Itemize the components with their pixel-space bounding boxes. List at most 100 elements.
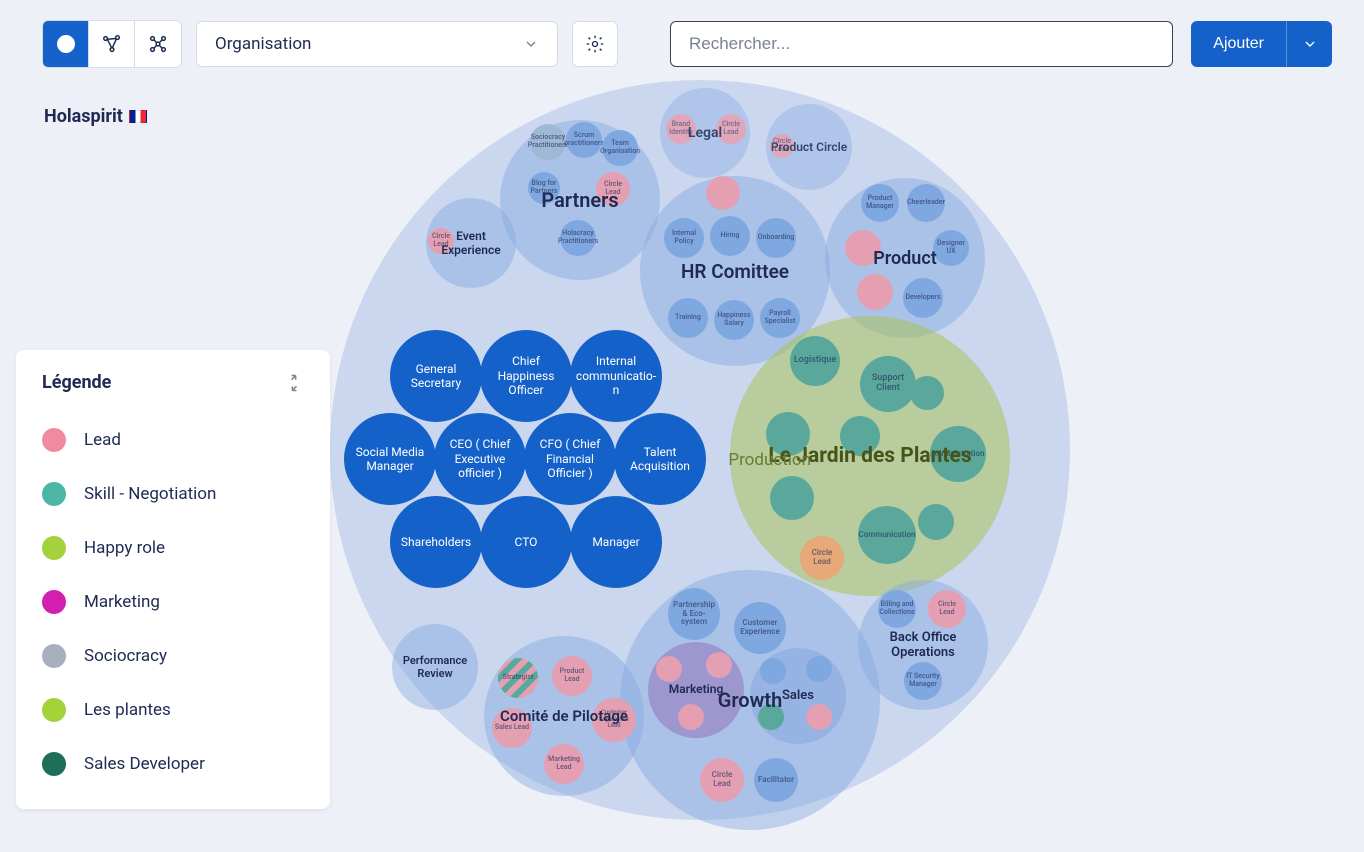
circle-event-experience[interactable]: Event Experience Circle Lead — [426, 198, 516, 288]
mini-node[interactable]: Product Manager — [861, 184, 899, 222]
mini-node[interactable]: Circle Lead — [428, 228, 454, 254]
mini-node[interactable]: Circle Lead — [716, 114, 746, 144]
mini-node[interactable]: Communication — [858, 506, 916, 564]
org-diagram[interactable]: Partners Sociocracy Practitioners Scrum … — [330, 80, 1070, 850]
mini-node[interactable] — [845, 230, 881, 266]
role-node[interactable]: Internal communicatio-n — [570, 330, 662, 422]
mini-node[interactable] — [656, 656, 682, 682]
mini-node[interactable]: Designer UX — [933, 230, 969, 266]
mini-node[interactable] — [857, 274, 893, 310]
mini-node[interactable]: Payroll Specialist — [760, 298, 800, 338]
mini-node[interactable]: Internal Policy — [664, 218, 704, 258]
circle-legal[interactable]: Legal Brand Identity Circle Lead — [660, 88, 750, 178]
circle-marketing[interactable]: Marketing — [648, 642, 744, 738]
settings-button[interactable] — [572, 21, 618, 67]
add-dropdown-button[interactable] — [1286, 21, 1332, 67]
mini-node[interactable]: Customer Experience — [734, 602, 786, 654]
mini-node[interactable] — [770, 476, 814, 520]
legend-item[interactable]: Les plantes — [42, 683, 304, 737]
circle-jardin[interactable]: Production Le Jardin des Plantes Logisti… — [730, 316, 1010, 596]
search-input[interactable] — [670, 21, 1173, 67]
circle-performance[interactable]: Performance Review — [392, 624, 478, 710]
legend-item[interactable]: Skill - Negotiation — [42, 467, 304, 521]
mini-node[interactable]: Blog for Partners — [528, 172, 560, 204]
mini-node[interactable]: Holacracy Practitioners — [560, 220, 596, 256]
mini-node[interactable]: Sales Lead — [492, 708, 532, 748]
mini-node[interactable]: Product Lead — [552, 656, 592, 696]
mini-node[interactable] — [910, 376, 944, 410]
legend-item[interactable]: Sales Developer — [42, 737, 304, 791]
circle-product-circle[interactable]: Product Circle Circle Lead — [766, 104, 852, 190]
mini-node[interactable]: Logistique — [790, 336, 840, 386]
legend-item[interactable]: Lead — [42, 413, 304, 467]
mini-node[interactable] — [806, 656, 832, 682]
gear-icon — [585, 34, 605, 54]
mini-node[interactable] — [760, 658, 786, 684]
role-node[interactable]: Shareholders — [390, 496, 482, 588]
circle-partners[interactable]: Partners Sociocracy Practitioners Scrum … — [500, 120, 660, 280]
legend-item[interactable]: Happy role — [42, 521, 304, 575]
mini-node[interactable]: Customer Experience Lead — [592, 698, 636, 742]
mini-node[interactable]: Circle Lead — [596, 172, 630, 206]
role-node[interactable]: CTO — [480, 496, 572, 588]
mini-node[interactable]: Circle Lead — [770, 134, 794, 158]
mini-node[interactable]: IT Security Manager — [904, 662, 942, 700]
mini-node[interactable]: Strategist — [498, 658, 538, 698]
role-node[interactable]: Talent Acquisition — [614, 413, 706, 505]
mini-node[interactable]: Onboarding — [756, 218, 796, 258]
role-node[interactable]: Chief Happiness Officer — [480, 330, 572, 422]
circle-backoffice[interactable]: Back Office Operations Billing and Colle… — [858, 580, 988, 710]
add-button[interactable]: Ajouter — [1191, 21, 1286, 67]
flag-icon — [129, 110, 147, 123]
mini-node[interactable]: Billing and Collections — [878, 590, 916, 628]
view-graph-button[interactable] — [135, 21, 181, 67]
mini-node[interactable]: Scrum practitioners — [566, 122, 602, 158]
mini-node[interactable] — [706, 176, 740, 210]
legend-dot — [42, 590, 66, 614]
mini-node[interactable]: Happiness Salary — [714, 300, 754, 340]
mini-node[interactable]: Hiring — [710, 216, 750, 256]
mini-node[interactable]: Circle Lead — [928, 590, 966, 628]
mini-node[interactable]: Facilitator — [754, 758, 798, 802]
mini-node[interactable] — [758, 704, 784, 730]
mini-node[interactable]: Partnership & Eco-system — [668, 588, 720, 640]
role-node[interactable]: CEO ( Chief Executive officier ) — [434, 413, 526, 505]
view-network-button[interactable] — [89, 21, 135, 67]
mini-node[interactable]: Cheerleader — [907, 184, 945, 222]
mini-node[interactable]: Brand Identity — [666, 114, 696, 144]
mini-node[interactable]: Team Organisation — [602, 130, 638, 166]
circle-sales[interactable]: Sales — [750, 648, 846, 744]
circle-growth[interactable]: Growth Partnership & Eco-system Customer… — [620, 570, 880, 830]
legend-item[interactable]: Sociocracy — [42, 629, 304, 683]
circle-comite[interactable]: Comité de Pilotage Strategist Product Le… — [484, 636, 644, 796]
breadcrumb[interactable]: Holaspirit — [44, 106, 147, 127]
legend-item[interactable]: Marketing — [42, 575, 304, 629]
mini-node[interactable]: Training — [668, 298, 708, 338]
circle-product[interactable]: Product Product Manager Cheerleader Desi… — [825, 178, 985, 338]
scope-select[interactable]: Organisation — [196, 21, 558, 67]
mini-node[interactable] — [918, 504, 954, 540]
role-node[interactable]: Manager — [570, 496, 662, 588]
mini-node[interactable]: Developers — [903, 278, 943, 318]
mini-node[interactable] — [806, 704, 832, 730]
role-node[interactable]: General Secretary — [390, 330, 482, 422]
chevron-down-icon — [523, 36, 539, 52]
mini-node[interactable] — [678, 704, 704, 730]
mini-node[interactable] — [706, 652, 732, 678]
legend-dot — [42, 644, 66, 668]
role-node[interactable]: CFO ( Chief Financial Officier ) — [524, 413, 616, 505]
view-circles-button[interactable] — [43, 21, 89, 67]
legend-dot — [42, 482, 66, 506]
role-node[interactable]: Social Media Manager — [344, 413, 436, 505]
mini-node[interactable]: Marketing Lead — [544, 744, 584, 784]
mini-node[interactable] — [766, 412, 810, 456]
mini-node[interactable] — [840, 416, 880, 456]
mini-node[interactable]: Sociocracy Practitioners — [530, 124, 566, 160]
mini-node[interactable]: Circle Lead — [800, 536, 844, 580]
legend-label: Les plantes — [84, 700, 171, 720]
mini-node[interactable]: Circle Lead — [700, 758, 744, 802]
legend-label: Skill - Negotiation — [84, 484, 216, 504]
collapse-icon[interactable] — [284, 373, 304, 393]
mini-node[interactable]: Support Client — [860, 356, 916, 412]
mini-node[interactable]: Administration — [930, 426, 986, 482]
